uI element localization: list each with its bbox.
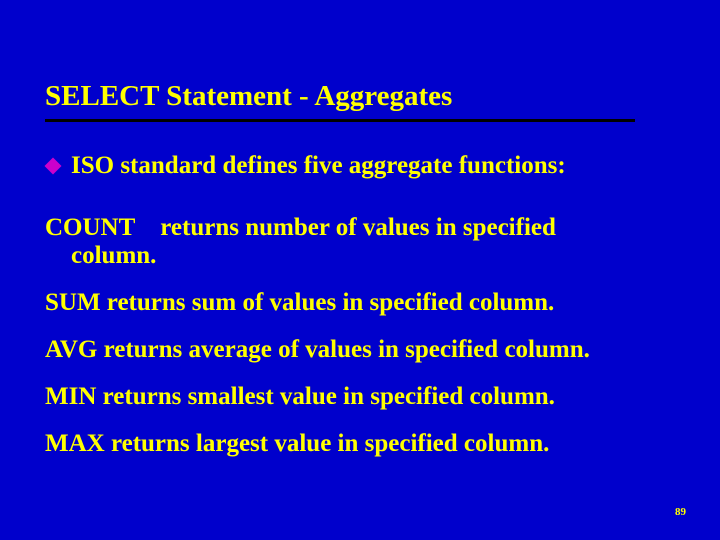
aggregate-list: COUNT returns number of values in specif…: [45, 214, 675, 458]
agg-line: MIN returns smallest value in specified …: [45, 383, 675, 411]
agg-line: COUNT returns number of values in specif…: [45, 214, 675, 242]
agg-line: AVG returns average of values in specifi…: [45, 336, 675, 364]
agg-line: column.: [45, 242, 675, 270]
agg-count: COUNT returns number of values in specif…: [45, 214, 675, 270]
agg-sum: SUM returns sum of values in specified c…: [45, 289, 675, 317]
intro-bullet-row: ISO standard defines five aggregate func…: [45, 152, 675, 180]
agg-min: MIN returns smallest value in specified …: [45, 383, 675, 411]
diamond-bullet-icon: [45, 158, 62, 175]
slide-title: SELECT Statement - Aggregates: [45, 80, 635, 122]
intro-text: ISO standard defines five aggregate func…: [71, 152, 566, 180]
agg-line: SUM returns sum of values in specified c…: [45, 289, 675, 317]
agg-line: MAX returns largest value in specified c…: [45, 430, 675, 458]
slide: SELECT Statement - Aggregates ISO standa…: [0, 0, 720, 540]
agg-avg: AVG returns average of values in specifi…: [45, 336, 675, 364]
agg-max: MAX returns largest value in specified c…: [45, 430, 675, 458]
page-number: 89: [675, 506, 686, 518]
